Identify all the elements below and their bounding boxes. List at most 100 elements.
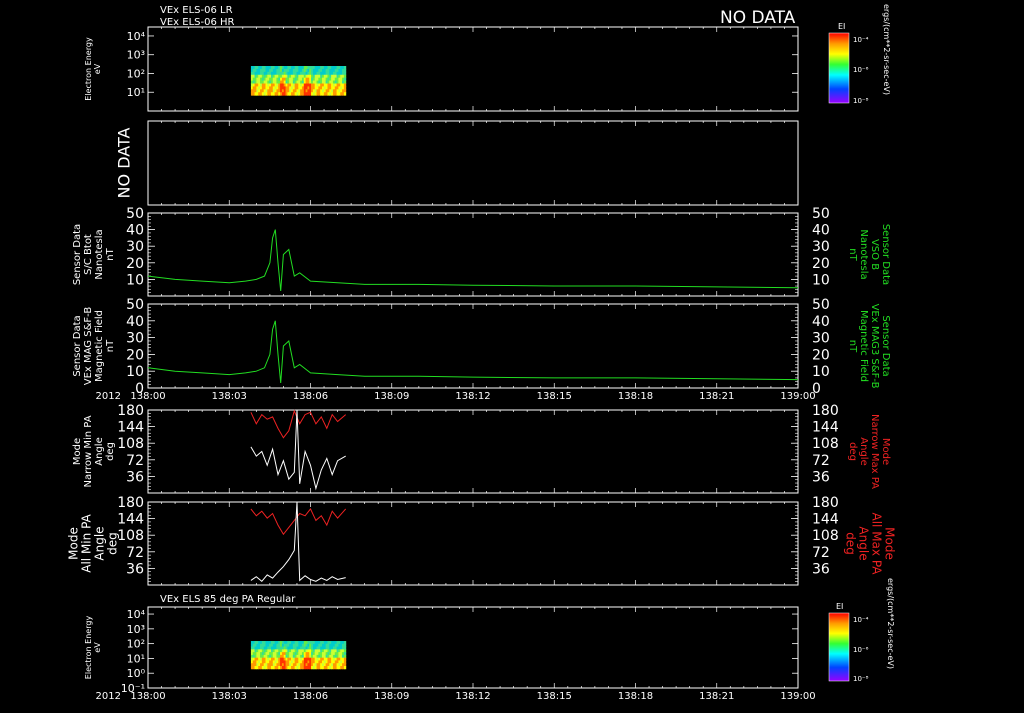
y-tick-label-right: 36 bbox=[812, 469, 830, 485]
y-tick-label: 180 bbox=[117, 403, 144, 419]
time-tick-label: 138:06 bbox=[293, 391, 328, 402]
spectrogram-cell bbox=[343, 80, 347, 84]
spectrogram-cell bbox=[343, 66, 347, 70]
ylabel-all_pa-line: Angle bbox=[93, 526, 107, 560]
time-tick-label: 138:00 bbox=[130, 391, 165, 402]
ylabel-right-narrow_pa-line: Mode bbox=[880, 438, 891, 465]
ylabel-narrow_pa-line: deg bbox=[105, 442, 116, 461]
time-tick-label: 138:06 bbox=[293, 691, 328, 702]
ylabel-right-vex_mag-line: Magnetic Field bbox=[858, 310, 869, 382]
y-tick-label: 10¹ bbox=[127, 86, 145, 99]
section-label: VEx ELS 85 deg PA Regular bbox=[160, 594, 296, 605]
time-tick-label: 138:15 bbox=[537, 391, 572, 402]
y-tick-label: 180 bbox=[117, 495, 144, 511]
time-tick-label: 138:18 bbox=[618, 391, 653, 402]
spectrogram-cell bbox=[343, 92, 347, 96]
header-line1: VEx ELS-06 LR bbox=[160, 5, 233, 16]
ylabel-all_pa-line: deg bbox=[106, 532, 120, 555]
y-tick-label-right: 40 bbox=[812, 223, 830, 239]
spectrogram-cell bbox=[343, 86, 347, 90]
time-axis-year: 2012 bbox=[96, 691, 121, 702]
spectrogram-cell bbox=[343, 74, 347, 79]
ylabel-sc_btot-line: Nanotesla bbox=[94, 229, 105, 279]
time-tick-label: 138:21 bbox=[699, 391, 734, 402]
y-tick-label-right: 20 bbox=[812, 347, 830, 363]
y-tick-label: 30 bbox=[126, 331, 144, 347]
colorbar-top-title: EI bbox=[838, 22, 845, 31]
y-tick-label-right: 108 bbox=[812, 528, 839, 544]
time-tick-label: 139:00 bbox=[780, 691, 815, 702]
ylabel-sc_btot-line: nT bbox=[105, 247, 116, 260]
y-tick-label: 40 bbox=[126, 314, 144, 330]
y-tick-label: 108 bbox=[117, 436, 144, 452]
ylabel-no_data_panel-line: NO DATA bbox=[114, 128, 133, 199]
y-tick-label: 72 bbox=[126, 545, 144, 561]
time-tick-label: 138:15 bbox=[537, 691, 572, 702]
y-tick-label: 10 bbox=[126, 272, 144, 288]
ylabel-right-sc_btot-line: Nanotesla bbox=[858, 229, 869, 279]
y-tick-label-right: 72 bbox=[812, 453, 830, 469]
y-tick-label-right: 144 bbox=[812, 512, 839, 528]
ylabel-narrow_pa-line: Narrow Min PA bbox=[83, 415, 94, 487]
ylabel-right-all_pa-line: Mode bbox=[883, 527, 897, 560]
ylabel-right-narrow_pa-line: deg bbox=[847, 442, 858, 461]
time-tick-label: 139:00 bbox=[780, 391, 815, 402]
y-tick-label-right: 180 bbox=[812, 403, 839, 419]
y-tick-label: 10² bbox=[127, 638, 145, 651]
y-tick-label: 50 bbox=[126, 206, 144, 222]
y-tick-label-right: 10 bbox=[812, 364, 830, 380]
y-tick-label: 10⁴ bbox=[127, 30, 146, 43]
ylabel-els_85-line: Electron Energy bbox=[84, 616, 93, 680]
y-tick-label: 10 bbox=[126, 364, 144, 380]
ylabel-vex_mag-line: Sensor Data bbox=[72, 315, 83, 376]
colorbar-bottom-units: ergs/(cm**2-sr-sec-eV) bbox=[886, 578, 895, 669]
y-tick-label: 10² bbox=[127, 67, 145, 80]
y-tick-label: 10³ bbox=[127, 623, 145, 636]
ylabel-right-sc_btot-line: VSO B bbox=[869, 239, 880, 270]
y-tick-label-right: 50 bbox=[812, 206, 830, 222]
y-tick-label: 10¹ bbox=[127, 652, 145, 665]
ylabel-right-all_pa-line: Angle bbox=[857, 526, 871, 560]
header-line2: VEx ELS-06 HR bbox=[160, 17, 235, 28]
ylabel-right-narrow_pa-line: Narrow Max PA bbox=[869, 414, 880, 489]
ylabel-vex_mag-line: VEx MAG S&F-B bbox=[83, 307, 94, 386]
y-tick-label-right: 36 bbox=[812, 561, 830, 577]
y-tick-label: 10⁴ bbox=[127, 608, 146, 621]
time-tick-label: 138:12 bbox=[455, 391, 490, 402]
spectrogram-cell bbox=[343, 77, 347, 82]
time-tick-label: 138:12 bbox=[455, 691, 490, 702]
ylabel-right-narrow_pa-line: Angle bbox=[858, 437, 869, 465]
colorbar-bottom-tick-1: 10⁻⁴ bbox=[853, 616, 869, 624]
ylabel-sc_btot-line: Sensor Data bbox=[72, 224, 83, 285]
y-tick-label: 144 bbox=[117, 512, 144, 528]
y-tick-label-right: 30 bbox=[812, 239, 830, 255]
spectrogram-cell bbox=[343, 71, 347, 76]
spectrogram-cell bbox=[343, 665, 347, 670]
time-tick-label: 138:21 bbox=[699, 691, 734, 702]
y-tick-label: 108 bbox=[117, 528, 144, 544]
ylabel-right-sc_btot-line: Sensor Data bbox=[880, 224, 891, 285]
y-tick-label: 10³ bbox=[127, 49, 145, 62]
ylabel-els_lr_hr-line: Electron Energy bbox=[84, 37, 93, 101]
ylabel-sc_btot-line: S/C Btot bbox=[83, 234, 94, 275]
y-tick-label: 20 bbox=[126, 256, 144, 272]
y-tick-label-right: 40 bbox=[812, 314, 830, 330]
y-tick-label-right: 108 bbox=[812, 436, 839, 452]
ylabel-vex_mag-line: nT bbox=[105, 339, 116, 352]
y-tick-label: 30 bbox=[126, 239, 144, 255]
ylabel-right-all_pa-line: All Max PA bbox=[870, 513, 884, 576]
y-tick-label-right: 72 bbox=[812, 545, 830, 561]
colorbar-top-tick-2: 10⁻⁶ bbox=[853, 66, 869, 74]
y-tick-label-right: 180 bbox=[812, 495, 839, 511]
y-tick-label-right: 10 bbox=[812, 272, 830, 288]
colorbar-top-tick-3: 10⁻⁸ bbox=[853, 97, 869, 105]
ylabel-right-sc_btot-line: nT bbox=[847, 248, 858, 261]
ylabel-els_lr_hr-line: eV bbox=[93, 63, 102, 74]
y-tick-label: 10⁰ bbox=[127, 667, 146, 680]
spectrogram-cell bbox=[343, 83, 347, 87]
ylabel-els_85-line: eV bbox=[93, 642, 102, 653]
ylabel-right-vex_mag-line: Sensor Data bbox=[880, 315, 891, 376]
no-data-label: NO DATA bbox=[720, 8, 796, 28]
colorbar-bottom-tick-2: 10⁻⁶ bbox=[853, 646, 869, 654]
y-tick-label: 20 bbox=[126, 347, 144, 363]
